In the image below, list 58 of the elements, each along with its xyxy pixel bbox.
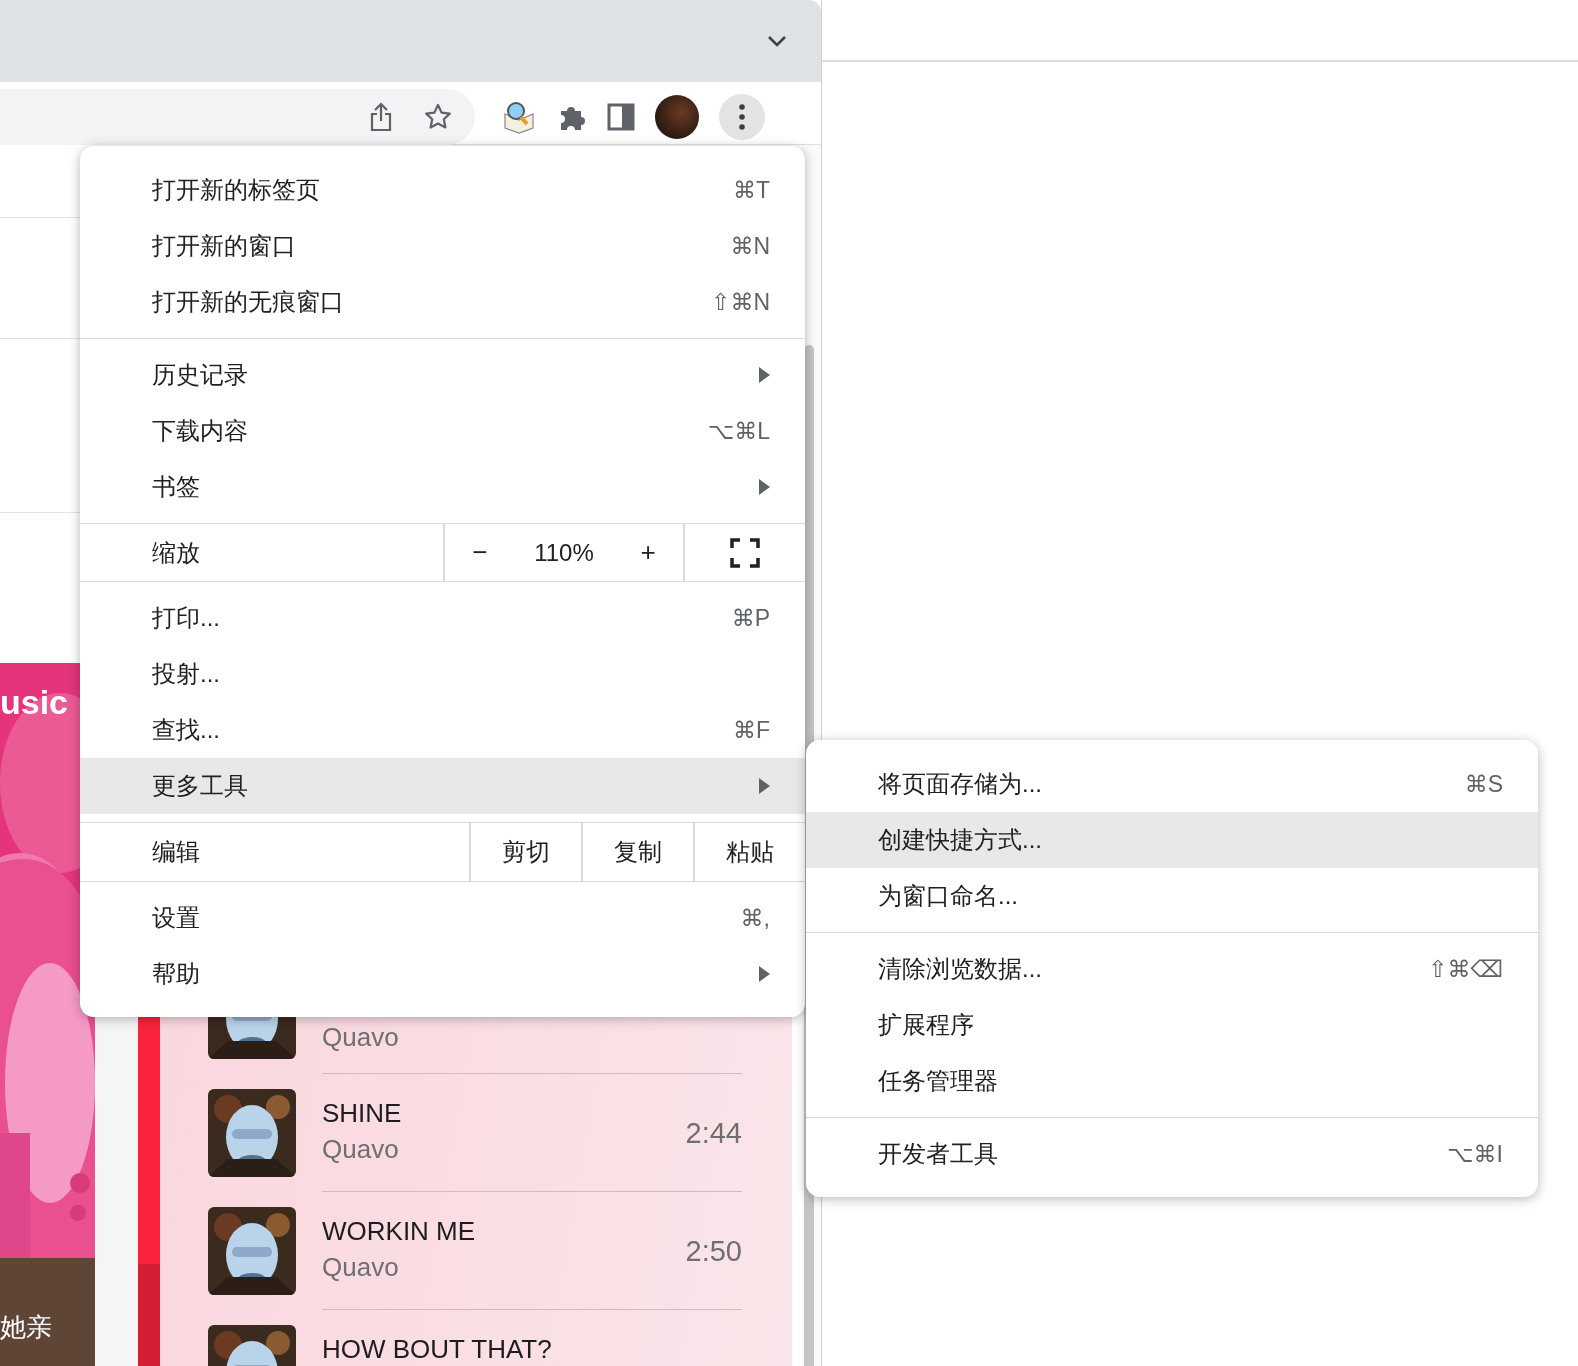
menu-item[interactable]: 开发者工具 ⌥⌘I [806,1126,1538,1182]
avatar-icon[interactable] [655,95,699,139]
menu-item[interactable]: 帮助 [80,946,805,1002]
shortcut-text: ⌥⌘I [1447,1140,1503,1168]
shortcut-text: ⌘, [740,904,770,932]
menu-button[interactable] [719,94,765,140]
menu-item[interactable]: 书签 [80,459,805,515]
menu-item[interactable]: 投射... [80,646,805,702]
menu-item[interactable]: 查找... ⌘F [80,702,805,758]
zoom-in-button[interactable]: + [632,537,664,568]
edit-label: 编辑 [152,837,200,867]
artist-name: Quavo [322,1022,400,1052]
star-icon[interactable] [423,102,453,132]
song-title: WORKIN ME [322,1216,477,1246]
song-row[interactable]: WORKIN ME Quavo 2:50 [208,1192,742,1310]
song-row[interactable]: SHINE Quavo 2:44 [208,1074,742,1192]
zoom-out-button[interactable]: − [464,537,496,568]
menu-item[interactable]: 扩展程序 [806,997,1538,1053]
caption-text: 她亲 [0,1311,53,1344]
zoom-level: 110% [534,538,594,567]
song-duration: 2:44 [685,1116,742,1150]
zoom-label: 缩放 [152,537,200,568]
menu-item[interactable]: 清除浏览数据... ⇧⌘⌫ [806,941,1538,997]
menu-item[interactable]: 打印... ⌘P [80,590,805,646]
menu-item[interactable]: 任务管理器 [806,1053,1538,1109]
menu-item[interactable]: 打开新的标签页 ⌘T [80,162,805,218]
shortcut-text: ⌘F [732,716,770,744]
edit-action-button[interactable]: 复制 [581,823,693,881]
menu-item[interactable]: 下载内容 ⌥⌘L [80,403,805,459]
share-icon[interactable] [369,102,393,132]
artist-name: Quavo [322,1134,400,1164]
song-title: SHINE [322,1098,403,1128]
banner-text: usic [0,683,69,722]
fullscreen-icon[interactable] [730,537,760,568]
magnifier-book-icon[interactable] [501,100,537,134]
shortcut-text: ⌘T [732,176,770,204]
menu-item[interactable]: 创建快捷方式... [806,812,1538,868]
shortcut-text: ⌘N [730,232,770,260]
shortcut-text: ⌘S [1464,770,1503,798]
side-panel-icon[interactable] [607,103,635,131]
artist-name: Quavo [322,1252,400,1282]
song-row[interactable]: HOW BOUT THAT? [208,1310,742,1366]
shortcut-text: ⇧⌘N [711,288,770,316]
shortcut-text: ⌘P [731,604,770,632]
chevron-down-icon[interactable] [767,35,787,47]
menu-item[interactable]: 设置 ⌘, [80,890,805,946]
menu-item[interactable]: 打开新的窗口 ⌘N [80,218,805,274]
shortcut-text: ⇧⌘⌫ [1428,955,1503,983]
menu-item[interactable]: 历史记录 [80,347,805,403]
song-duration: 2:50 [685,1234,742,1268]
shortcut-text: ⌥⌘L [707,417,770,445]
more-icon [739,104,745,130]
menu-item[interactable]: 更多工具 [80,758,805,814]
menu-item[interactable]: 将页面存储为... ⌘S [806,756,1538,812]
menu-item[interactable]: 为窗口命名... [806,868,1538,924]
menu-item[interactable]: 打开新的无痕窗口 ⇧⌘N [80,274,805,330]
song-title: HOW BOUT THAT? [322,1334,553,1364]
edit-action-button[interactable]: 剪切 [469,823,581,881]
